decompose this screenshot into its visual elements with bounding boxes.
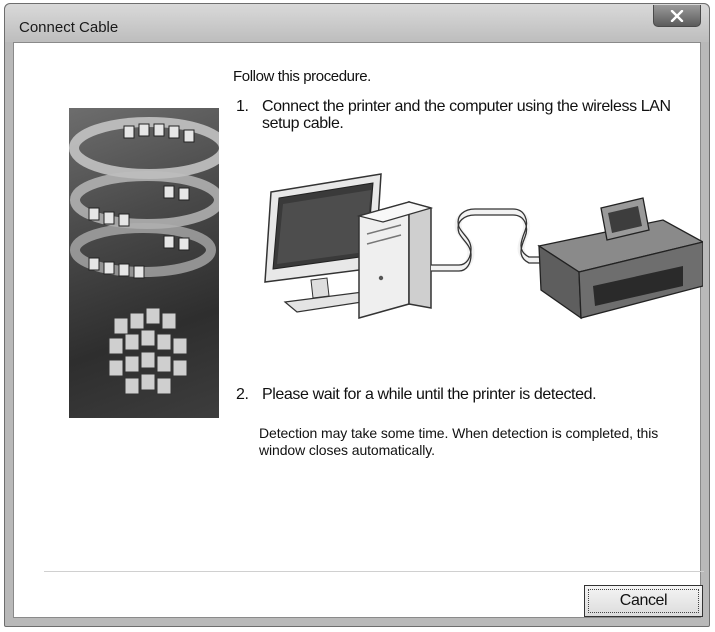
setup-cable — [431, 208, 545, 272]
window-title: Connect Cable — [19, 19, 119, 36]
side-banner-image — [69, 108, 219, 418]
dialog-body: Follow this procedure. 1. Connect the pr… — [13, 42, 704, 618]
printer-icon — [537, 197, 703, 320]
connection-illustration — [264, 173, 703, 320]
step-2-number: 2. — [236, 386, 249, 403]
cancel-button[interactable]: Cancel — [584, 585, 703, 617]
cancel-button-label: Cancel — [588, 589, 699, 613]
step-2-text: Please wait for a while until the printe… — [262, 386, 597, 403]
intro-text: Follow this procedure. — [233, 68, 371, 85]
step-1: 1. Connect the printer and the computer … — [233, 98, 692, 132]
connect-cable-dialog: Connect Cable Follow this procedure. 1. … — [4, 3, 710, 627]
close-icon — [670, 9, 684, 22]
computer-tower-icon — [356, 201, 434, 319]
title-bar: Connect Cable — [5, 4, 709, 42]
step-1-text: Connect the printer and the computer usi… — [262, 98, 671, 132]
step-1-number: 1. — [236, 98, 249, 115]
detection-note: Detection may take some time. When detec… — [259, 425, 659, 458]
button-separator — [44, 571, 704, 572]
step-2: 2. Please wait for a while until the pri… — [233, 386, 692, 404]
close-button[interactable] — [653, 5, 701, 27]
